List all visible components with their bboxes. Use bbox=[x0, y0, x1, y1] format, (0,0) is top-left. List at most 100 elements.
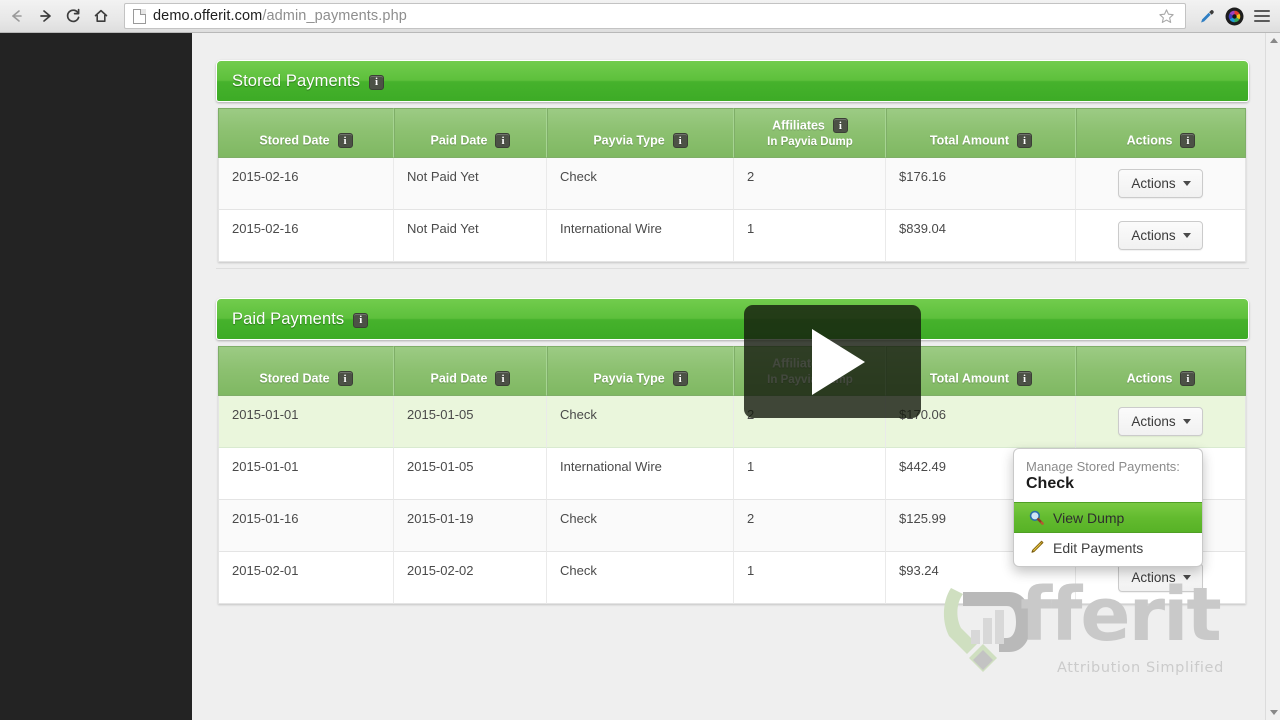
video-play-overlay[interactable] bbox=[744, 305, 921, 418]
url-path: /admin_payments.php bbox=[262, 8, 407, 24]
dropdown-item-label: View Dump bbox=[1053, 510, 1124, 526]
cell-paid-date: Not Paid Yet bbox=[394, 210, 547, 262]
actions-button[interactable]: Actions bbox=[1118, 169, 1202, 198]
bookmark-star-icon[interactable] bbox=[1153, 3, 1179, 29]
forward-arrow-icon[interactable] bbox=[31, 2, 59, 30]
stored-payments-table: Stored Date i Paid Date i Payvia Type i Aff… bbox=[218, 108, 1246, 262]
cell-paid-date: Not Paid Yet bbox=[394, 158, 547, 210]
info-icon[interactable]: i bbox=[495, 133, 510, 148]
column-label: Stored Date bbox=[259, 134, 329, 148]
actions-button-label: Actions bbox=[1131, 176, 1175, 191]
column-label: Total Amount bbox=[930, 134, 1009, 148]
hamburger-bars bbox=[1254, 10, 1270, 22]
cell-payvia-type: International Wire bbox=[547, 448, 734, 500]
eyedropper-icon[interactable] bbox=[1192, 2, 1220, 30]
table-row[interactable]: 2015-02-16 Not Paid Yet International Wi… bbox=[218, 210, 1246, 262]
scrollbar-down-arrow[interactable] bbox=[1266, 705, 1280, 720]
cell-payvia-type: Check bbox=[547, 552, 734, 604]
home-icon[interactable] bbox=[87, 2, 115, 30]
table-header-row: Stored Datei Paid Datei Payvia Typei Aff… bbox=[218, 346, 1246, 396]
back-arrow-icon[interactable] bbox=[3, 2, 31, 30]
dropdown-header-label: Manage Stored Payments: bbox=[1014, 459, 1202, 475]
offerit-brand-rest: fferit bbox=[1020, 572, 1220, 658]
actions-button-label: Actions bbox=[1131, 228, 1175, 243]
cell-paid-date: 2015-01-05 bbox=[394, 448, 547, 500]
reload-icon[interactable] bbox=[59, 2, 87, 30]
page-viewport: Stored Payments i Stored Date i Paid Date… bbox=[0, 33, 1280, 720]
info-icon[interactable]: i bbox=[369, 75, 384, 90]
url-text: demo.offerit.com/admin_payments.php bbox=[153, 8, 407, 24]
cell-affiliates: 2 bbox=[734, 158, 886, 210]
dropdown-item-label: Edit Payments bbox=[1053, 540, 1143, 556]
cell-actions: Actions bbox=[1076, 210, 1246, 262]
cell-total-amount: $839.04 bbox=[886, 210, 1076, 262]
column-label: Total Amount bbox=[930, 372, 1009, 386]
column-header-actions[interactable]: Actions i bbox=[1076, 108, 1246, 158]
panel-title: Paid Payments bbox=[232, 310, 344, 329]
hamburger-menu-icon[interactable] bbox=[1248, 2, 1276, 30]
info-icon[interactable]: i bbox=[673, 133, 688, 148]
column-header-actions[interactable]: Actions i bbox=[1076, 346, 1246, 396]
column-header-paid-date[interactable]: Paid Date i bbox=[394, 108, 547, 158]
offerit-logo-watermark: fferit Attribution Simplified bbox=[937, 574, 1227, 684]
column-label: Actions bbox=[1127, 372, 1173, 386]
dropdown-item-view-dump[interactable]: View Dump bbox=[1014, 502, 1202, 533]
column-label: Affiliates bbox=[772, 119, 825, 133]
cell-total-amount: $176.16 bbox=[886, 158, 1076, 210]
table-row[interactable]: 2015-02-16 Not Paid Yet Check 2 $176.16 … bbox=[218, 158, 1246, 210]
column-header-payvia-type[interactable]: Payvia Type i bbox=[547, 108, 734, 158]
cell-stored-date: 2015-01-01 bbox=[218, 396, 394, 448]
cell-stored-date: 2015-02-01 bbox=[218, 552, 394, 604]
play-triangle-icon[interactable] bbox=[812, 329, 865, 395]
actions-button[interactable]: Actions bbox=[1118, 221, 1202, 250]
color-wheel-icon[interactable] bbox=[1220, 2, 1248, 30]
info-icon[interactable]: i bbox=[338, 133, 353, 148]
column-label: Paid Date bbox=[431, 134, 488, 148]
column-label: Payvia Type bbox=[593, 134, 664, 148]
column-header-total-amount[interactable]: Total Amount i bbox=[886, 108, 1076, 158]
info-icon[interactable]: i bbox=[1180, 133, 1195, 148]
cell-stored-date: 2015-01-01 bbox=[218, 448, 394, 500]
info-icon[interactable]: i bbox=[495, 371, 510, 386]
cell-affiliates: 1 bbox=[734, 552, 886, 604]
page-document-icon bbox=[133, 9, 146, 24]
info-icon[interactable]: i bbox=[1017, 371, 1032, 386]
column-label: Actions bbox=[1127, 134, 1173, 148]
cell-stored-date: 2015-02-16 bbox=[218, 158, 394, 210]
pencil-icon bbox=[1028, 539, 1045, 556]
cell-payvia-type: International Wire bbox=[547, 210, 734, 262]
offerit-tagline: Attribution Simplified bbox=[1057, 660, 1224, 676]
vertical-scrollbar[interactable] bbox=[1265, 33, 1280, 720]
cell-affiliates: 1 bbox=[734, 210, 886, 262]
info-icon[interactable]: i bbox=[1180, 371, 1195, 386]
column-header-stored-date[interactable]: Stored Date i bbox=[218, 108, 394, 158]
cell-actions: Actions bbox=[1076, 396, 1246, 448]
column-sublabel: In Payvia Dump bbox=[741, 136, 879, 148]
panel-stored-payments: Stored Payments i Stored Date i Paid Date… bbox=[216, 60, 1249, 262]
cell-actions: Actions bbox=[1076, 158, 1246, 210]
cell-payvia-type: Check bbox=[547, 158, 734, 210]
section-divider bbox=[216, 268, 1249, 269]
panel-header-stored-payments: Stored Payments i bbox=[216, 60, 1249, 102]
table-header-row: Stored Date i Paid Date i Payvia Type i Aff… bbox=[218, 108, 1246, 158]
column-label: Paid Date bbox=[431, 372, 488, 386]
actions-button[interactable]: Actions bbox=[1118, 407, 1202, 436]
info-icon[interactable]: i bbox=[353, 313, 368, 328]
dropdown-item-edit-payments[interactable]: Edit Payments bbox=[1014, 533, 1202, 562]
info-icon[interactable]: i bbox=[833, 118, 848, 133]
address-bar[interactable]: demo.offerit.com/admin_payments.php bbox=[124, 3, 1186, 29]
cell-stored-date: 2015-02-16 bbox=[218, 210, 394, 262]
column-header-payvia-type[interactable]: Payvia Typei bbox=[547, 346, 734, 396]
column-header-affiliates[interactable]: Affiliates i In Payvia Dump bbox=[734, 108, 886, 158]
column-header-paid-date[interactable]: Paid Date i bbox=[394, 346, 547, 396]
info-icon[interactable]: i bbox=[673, 371, 688, 386]
table-row[interactable]: 2015-01-01 2015-01-05 Check 2 $170.06 Ac… bbox=[218, 396, 1246, 448]
chevron-down-icon bbox=[1183, 181, 1191, 186]
info-icon[interactable]: i bbox=[1017, 133, 1032, 148]
scrollbar-up-arrow[interactable] bbox=[1266, 33, 1280, 48]
column-header-stored-date[interactable]: Stored Datei bbox=[218, 346, 394, 396]
url-domain: demo.offerit.com bbox=[153, 8, 262, 24]
cell-paid-date: 2015-02-02 bbox=[394, 552, 547, 604]
info-icon[interactable]: i bbox=[338, 371, 353, 386]
cell-paid-date: 2015-01-05 bbox=[394, 396, 547, 448]
